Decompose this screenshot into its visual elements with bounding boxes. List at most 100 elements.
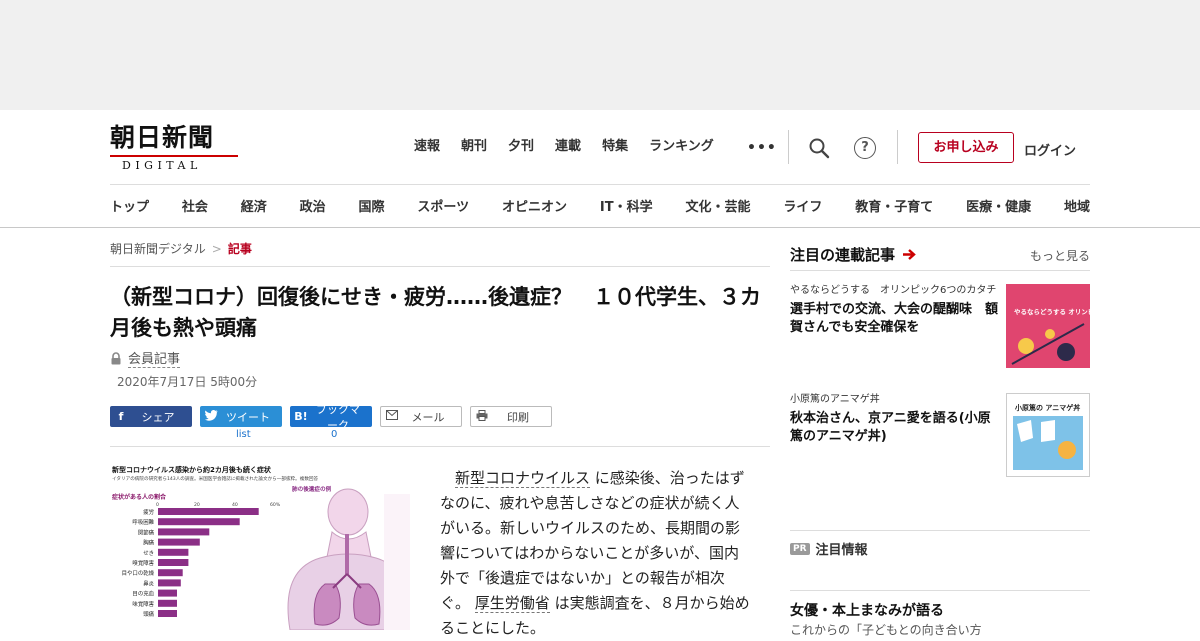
nav-choukan[interactable]: 朝刊 xyxy=(461,138,487,156)
printer-icon xyxy=(471,409,493,424)
series-item[interactable]: 小原篤のアニマゲ丼 秋本治さん、京アニ愛を語る(小原篤のアニマゲ丼) 小原篤の … xyxy=(790,393,1090,477)
infographic[interactable]: 新型コロナウイルス感染から約2カ月後も続く症状 イタリアの病院の研究者ら143人… xyxy=(110,464,410,630)
help-icon[interactable]: ? xyxy=(854,137,876,159)
cat-culture[interactable]: 文化・芸能 xyxy=(685,196,750,215)
search-icon[interactable] xyxy=(808,137,830,159)
breadcrumb-current: 記事 xyxy=(227,242,252,256)
twitter-count[interactable]: list xyxy=(236,429,251,440)
twitter-share-button[interactable]: ツイート xyxy=(200,406,282,427)
bar-category-label: 目の充血 xyxy=(132,590,154,598)
cat-life[interactable]: ライフ xyxy=(783,196,822,215)
pr-heading: PR 注目情報 xyxy=(790,539,868,558)
hatena-icon: B! xyxy=(294,410,308,423)
bar xyxy=(158,569,183,577)
member-label[interactable]: 会員記事 xyxy=(128,348,181,368)
infographic-title: 新型コロナウイルス感染から約2カ月後も続く症状 xyxy=(112,465,272,474)
bar xyxy=(158,589,177,597)
nav-rensai[interactable]: 連載 xyxy=(555,138,581,156)
series-title[interactable]: 秋本治さん、京アニ愛を語る(小原篤のアニマゲ丼) xyxy=(790,410,1002,446)
print-label: 印刷 xyxy=(507,410,529,424)
cat-sports[interactable]: スポーツ xyxy=(417,196,469,215)
series-name[interactable]: やるならどうする オリンピック6つのカタチ xyxy=(790,284,1002,297)
see-more-link[interactable]: もっと見る xyxy=(1030,247,1090,264)
login-link[interactable]: ログイン xyxy=(1024,140,1076,159)
bar xyxy=(158,610,177,617)
breadcrumb-separator: > xyxy=(211,242,222,256)
logo-underline xyxy=(110,155,238,157)
series-item[interactable]: やるならどうする オリンピック6つのカタチ 選手村での交流、大会の醍醐味 額賀さ… xyxy=(790,284,1147,368)
site-header: 朝日新聞 DIGITAL 速報 朝刊 夕刊 連載 特集 ランキング ••• ? … xyxy=(0,110,1200,228)
hatena-bookmark-button[interactable]: B! ブックマーク xyxy=(290,403,372,432)
top-navigation: 速報 朝刊 夕刊 連載 特集 ランキング xyxy=(414,138,735,156)
mail-label: メール xyxy=(411,410,445,424)
nav-sokuho[interactable]: 速報 xyxy=(414,138,440,156)
print-button[interactable]: 印刷 xyxy=(470,406,552,427)
breadcrumb: 朝日新聞デジタル > 記事 xyxy=(110,240,252,257)
logo-text: 朝日新聞 xyxy=(110,123,215,152)
series-thumbnail[interactable]: やるならどうする オリンピック 6つのカタチ xyxy=(1006,284,1147,368)
sidebar-heading-label: 注目の連載記事 xyxy=(790,246,896,264)
sidebar-heading[interactable]: 注目の連載記事 xyxy=(790,244,917,265)
bar xyxy=(158,548,189,556)
logo-subtext: DIGITAL xyxy=(122,159,202,172)
hatena-label: ブックマーク xyxy=(316,402,360,432)
bar-category-label: 嗅覚障害 xyxy=(132,559,154,567)
cat-opinion[interactable]: オピニオン xyxy=(502,196,567,215)
site-logo[interactable]: 朝日新聞 DIGITAL xyxy=(110,124,242,172)
facebook-icon: f xyxy=(118,410,124,423)
divider xyxy=(790,530,1090,531)
breadcrumb-home[interactable]: 朝日新聞デジタル xyxy=(110,242,206,256)
mail-share-button[interactable]: メール xyxy=(380,406,462,427)
cat-top[interactable]: トップ xyxy=(110,196,149,215)
series-name[interactable]: 小原篤のアニマゲ丼 xyxy=(790,393,1002,406)
bar-category-label: 味覚障害 xyxy=(132,600,154,608)
divider xyxy=(790,270,1090,271)
axis-tick-label: 0 xyxy=(156,502,159,508)
nav-yukan[interactable]: 夕刊 xyxy=(508,138,534,156)
bar xyxy=(158,518,240,526)
subscribe-button[interactable]: お申し込み xyxy=(918,132,1014,163)
lock-icon xyxy=(111,351,121,364)
pr-item-title[interactable]: 女優・本上まなみが語る xyxy=(790,600,944,620)
share-buttons: f シェア ツイート B! ブックマーク メール 印刷 xyxy=(110,403,560,432)
nav-tokushu[interactable]: 特集 xyxy=(602,138,628,156)
chart-label: 症状がある人の割合 xyxy=(112,493,167,501)
infographic-note: イタリアの病院の研究者ら143人の調査。米国医学会雑誌に掲載された論文から一部抜… xyxy=(112,475,319,482)
facebook-share-button[interactable]: f シェア xyxy=(110,406,192,427)
member-article-badge: 会員記事 xyxy=(110,348,181,368)
divider xyxy=(788,130,789,164)
keyword-link-covid[interactable]: 新型コロナウイルス xyxy=(455,469,591,488)
divider xyxy=(110,266,770,267)
cat-regional[interactable]: 地域 xyxy=(1064,196,1090,215)
pr-tag: PR xyxy=(790,542,810,555)
lung-panel-title: 肺の後遺症の例 xyxy=(292,485,332,493)
keyword-link-mhlw[interactable]: 厚生労働省 xyxy=(474,594,550,613)
cat-economy[interactable]: 経済 xyxy=(241,196,267,215)
article-headline: （新型コロナ）回復後にせき・疲労……後遺症？ １０代学生、３カ月後も熱や頭痛 xyxy=(110,285,761,340)
pr-heading-label: 注目情報 xyxy=(815,543,868,558)
article-body: 新型コロナウイルス に感染後、治ったはずなのに、疲れや息苦しさなどの症状が続く人… xyxy=(440,466,750,641)
mail-icon xyxy=(381,410,403,423)
thumbnail-caption: やるならどうする オリンピック 6つのカタチ xyxy=(1014,307,1090,316)
twitter-bird-icon xyxy=(200,409,222,424)
bar-category-label: 呼吸困難 xyxy=(132,518,154,526)
cat-health[interactable]: 医療・健康 xyxy=(966,196,1031,215)
ad-banner-area xyxy=(0,0,1200,110)
bar xyxy=(158,559,189,566)
cat-international[interactable]: 国際 xyxy=(359,196,385,215)
bar-category-label: 疲労 xyxy=(143,508,154,516)
bar xyxy=(158,508,259,515)
bar xyxy=(158,599,177,607)
nav-ranking[interactable]: ランキング xyxy=(649,138,714,156)
cat-education[interactable]: 教育・子育て xyxy=(855,196,933,215)
cat-it-science[interactable]: IT・科学 xyxy=(600,196,653,215)
cat-society[interactable]: 社会 xyxy=(182,196,208,215)
more-menu-icon[interactable]: ••• xyxy=(747,140,777,156)
axis-tick-label: 20 xyxy=(194,502,200,508)
bar-category-label: 頭痛 xyxy=(143,610,154,618)
series-title[interactable]: 選手村での交流、大会の醍醐味 額賀さんでも安全確保を xyxy=(790,301,1002,337)
cat-politics[interactable]: 政治 xyxy=(300,196,326,215)
series-thumbnail[interactable]: 小原篤の アニマゲ丼 xyxy=(1006,393,1090,477)
divider xyxy=(110,446,770,447)
hatena-count[interactable]: 0 xyxy=(331,429,337,440)
